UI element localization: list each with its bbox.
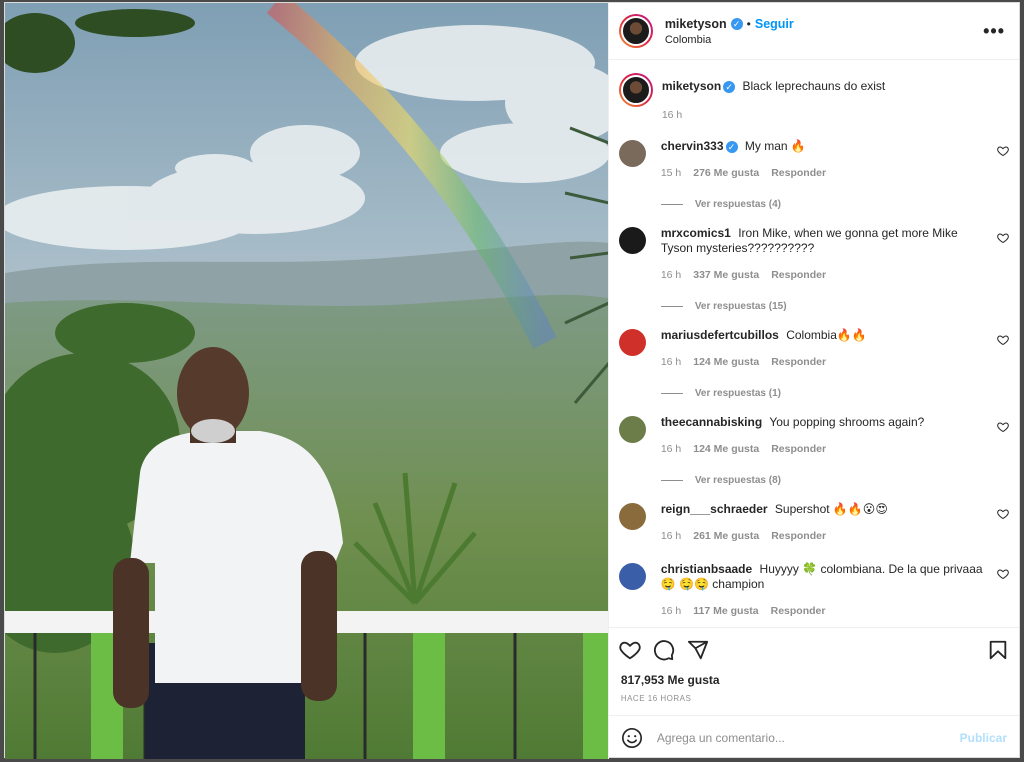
likes-count[interactable]: 817,953 Me gusta <box>609 673 1019 687</box>
share-icon[interactable] <box>687 639 709 661</box>
commenter-username[interactable]: chervin333 <box>661 139 724 153</box>
comment-text: Colombia🔥🔥 <box>786 328 867 342</box>
comment-likes[interactable]: 276 Me gusta <box>693 166 759 181</box>
comment-item: mrxcomics1 Iron Mike, when we gonna get … <box>618 226 1009 314</box>
post-actions-bar <box>608 627 1019 671</box>
commenter-avatar[interactable] <box>618 563 646 590</box>
comment-time[interactable]: 16 h <box>661 529 681 544</box>
commenter-avatar[interactable] <box>618 416 646 443</box>
caption-text: Black leprechauns do exist <box>742 79 886 93</box>
commenter-username[interactable]: christianbsaade <box>661 562 752 576</box>
add-comment-bar: Publicar <box>608 715 1019 759</box>
reply-button[interactable]: Responder <box>771 604 826 619</box>
comment-item: chervin333 ✓ My man 🔥 15 h 276 Me gusta Res… <box>618 139 1009 212</box>
view-replies-button[interactable]: Ver respuestas (8) <box>660 473 983 488</box>
reply-button[interactable]: Responder <box>771 355 826 370</box>
comment-item: theecannabisking You popping shrooms aga… <box>618 415 1009 488</box>
comment-icon[interactable] <box>653 639 675 661</box>
caption-username[interactable]: miketyson <box>662 79 721 93</box>
comment-input[interactable] <box>656 730 960 745</box>
post-sidebar: miketyson ✓ • Seguir Colombia ••• mikety… <box>607 3 1019 759</box>
comment-item: christianbsaade Huyyyy 🍀 colombiana. De … <box>618 562 1009 619</box>
comment-item: reign___schraeder Supershot 🔥🔥😮😍 16 h 261… <box>618 502 1009 544</box>
comment-item: mariusdefertcubillos Colombia🔥🔥 16 h 124 … <box>618 328 1009 401</box>
commenter-avatar[interactable] <box>618 140 646 167</box>
comment-text: You popping shrooms again? <box>769 415 925 429</box>
view-replies-button[interactable]: Ver respuestas (15) <box>660 299 983 314</box>
comment-likes[interactable]: 261 Me gusta <box>693 529 759 544</box>
verified-badge-icon: ✓ <box>723 81 736 93</box>
more-options-icon[interactable]: ••• <box>983 21 1005 42</box>
commenter-username[interactable]: mariusdefertcubillos <box>661 328 779 342</box>
author-info: miketyson ✓ • Seguir Colombia <box>665 17 794 46</box>
post-photo[interactable] <box>5 3 608 759</box>
comment-time[interactable]: 16 h <box>661 355 681 370</box>
author-avatar[interactable] <box>618 14 653 48</box>
caption-avatar[interactable] <box>618 73 653 107</box>
comment-like-heart-icon[interactable] <box>997 334 1009 346</box>
commenter-avatar[interactable] <box>618 503 646 530</box>
comment-likes[interactable]: 337 Me gusta <box>693 268 759 283</box>
caption-time[interactable]: 16 h <box>662 108 682 123</box>
follow-button[interactable]: Seguir <box>755 17 794 31</box>
publish-button[interactable]: Publicar <box>960 731 1007 745</box>
comment-time[interactable]: 16 h <box>661 442 681 457</box>
comment-time[interactable]: 16 h <box>661 268 681 283</box>
posted-time[interactable]: HACE 16 HORAS <box>609 694 1019 703</box>
comment-text: Supershot 🔥🔥😮😍 <box>774 502 888 516</box>
comment-likes[interactable]: 124 Me gusta <box>693 442 759 457</box>
comment-like-heart-icon[interactable] <box>997 232 1009 244</box>
commenter-avatar[interactable] <box>618 227 646 254</box>
verified-badge-icon: ✓ <box>725 141 738 153</box>
comment-like-heart-icon[interactable] <box>997 421 1009 433</box>
view-replies-button[interactable]: Ver respuestas (1) <box>660 386 983 401</box>
commenter-username[interactable]: theecannabisking <box>661 415 762 429</box>
comment-text: My man 🔥 <box>744 139 806 153</box>
comment-like-heart-icon[interactable] <box>997 568 1009 580</box>
bookmark-icon[interactable] <box>987 639 1009 661</box>
verified-badge-icon: ✓ <box>730 17 743 30</box>
smiley-icon[interactable] <box>621 727 643 749</box>
post-caption: miketyson ✓ Black leprechauns do exist 16… <box>618 72 1009 123</box>
commenter-username[interactable]: mrxcomics1 <box>661 226 731 240</box>
separator-dot: • <box>746 16 751 31</box>
location-link[interactable]: Colombia <box>665 34 794 46</box>
commenter-avatar[interactable] <box>618 329 646 356</box>
post-header: miketyson ✓ • Seguir Colombia ••• <box>608 3 1019 60</box>
heart-icon[interactable] <box>619 639 641 661</box>
comment-like-heart-icon[interactable] <box>997 145 1009 157</box>
commenter-username[interactable]: reign___schraeder <box>661 502 768 516</box>
landscape-photo-illustration <box>5 3 608 759</box>
comments-list: miketyson ✓ Black leprechauns do exist 16… <box>609 60 1019 627</box>
comment-likes[interactable]: 117 Me gusta <box>693 604 758 619</box>
instagram-post-modal: miketyson ✓ • Seguir Colombia ••• mikety… <box>4 2 1020 759</box>
author-username[interactable]: miketyson <box>665 17 727 31</box>
reply-button[interactable]: Responder <box>771 529 826 544</box>
reply-button[interactable]: Responder <box>771 442 826 457</box>
comment-time[interactable]: 15 h <box>661 166 681 181</box>
reply-button[interactable]: Responder <box>771 166 826 181</box>
reply-button[interactable]: Responder <box>771 268 826 283</box>
view-replies-button[interactable]: Ver respuestas (4) <box>660 197 983 212</box>
comment-like-heart-icon[interactable] <box>997 508 1009 520</box>
comment-time[interactable]: 16 h <box>661 604 681 619</box>
comment-likes[interactable]: 124 Me gusta <box>693 355 759 370</box>
